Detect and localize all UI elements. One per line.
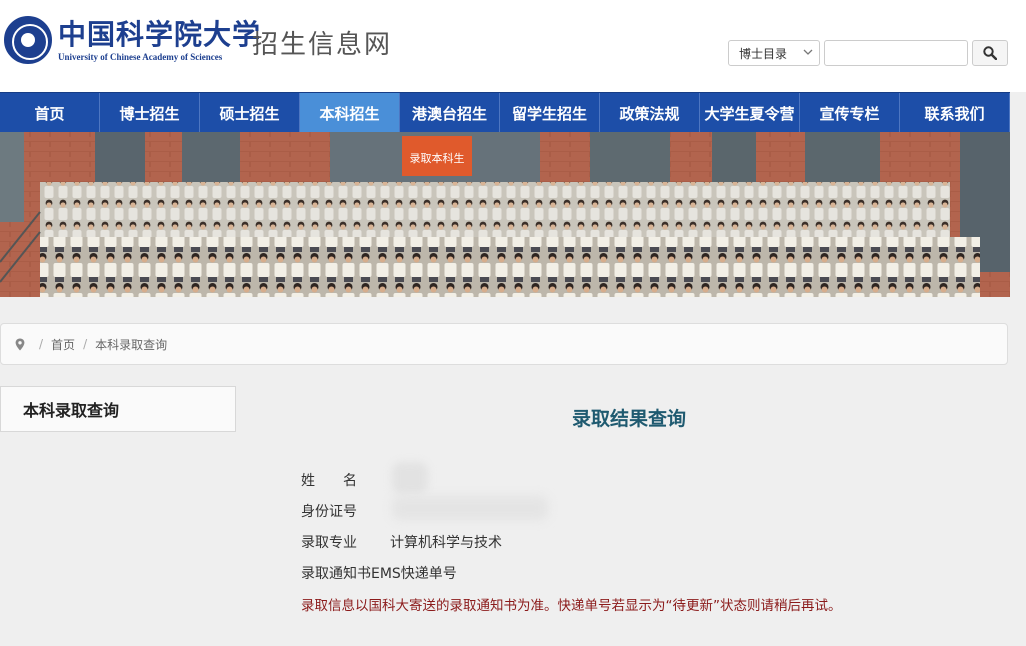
- nav-item-summer-camp[interactable]: 大学生夏令营: [700, 93, 800, 133]
- breadcrumb-home-link[interactable]: 首页: [51, 336, 75, 353]
- chevron-down-icon: [803, 45, 813, 62]
- page-title: 录取结果查询: [572, 408, 687, 430]
- search-icon: [983, 46, 997, 60]
- nav-item-phd[interactable]: 博士招生: [100, 93, 200, 133]
- search-button[interactable]: [972, 40, 1008, 66]
- banner-group-photo: 录取本科生: [0, 132, 1010, 297]
- redacted-id-number: [392, 496, 548, 520]
- location-pin-icon: [15, 338, 25, 351]
- site-header: 中国科学院大学 University of Chinese Academy of…: [0, 0, 1026, 92]
- main-nav: 首页 博士招生 硕士招生 本科招生 港澳台招生 留学生招生 政策法规 大学生夏令…: [0, 92, 1010, 133]
- catalog-select-value: 博士目录: [739, 46, 788, 61]
- nav-item-international[interactable]: 留学生招生: [500, 93, 600, 133]
- redacted-name: [392, 462, 428, 494]
- breadcrumb-current: 本科录取查询: [95, 337, 168, 352]
- search-bar: 博士目录: [728, 40, 1008, 66]
- nav-item-hk-macau-taiwan[interactable]: 港澳台招生: [400, 93, 500, 133]
- search-input[interactable]: [824, 40, 968, 66]
- nav-item-undergrad[interactable]: 本科招生: [300, 93, 400, 133]
- id-number-label: 身份证号: [301, 504, 357, 520]
- logo-english-name: University of Chinese Academy of Science…: [58, 51, 223, 62]
- breadcrumb-separator: /: [83, 337, 88, 351]
- nav-item-master[interactable]: 硕士招生: [200, 93, 300, 133]
- nav-item-policy[interactable]: 政策法规: [600, 93, 700, 133]
- logo-text: 中国科学院大学 University of Chinese Academy of…: [58, 17, 262, 62]
- sidebar-item-undergrad-admission-query[interactable]: 本科录取查询: [0, 386, 236, 432]
- site-name: 招生信息网: [252, 30, 393, 60]
- university-seal-icon: [4, 16, 52, 64]
- catalog-select[interactable]: 博士目录: [728, 40, 820, 66]
- nav-item-contact[interactable]: 联系我们: [900, 93, 1010, 133]
- notice-text: 录取信息以国科大寄送的录取通知书为准。快递单号若显示为“待更新”状态则请稍后再试…: [301, 598, 842, 614]
- breadcrumb-separator: /: [39, 337, 44, 351]
- logo-chinese-name: 中国科学院大学: [58, 17, 262, 51]
- university-logo[interactable]: 中国科学院大学 University of Chinese Academy of…: [4, 16, 261, 64]
- breadcrumb: / 首页 / 本科录取查询: [0, 323, 1008, 365]
- name-label: 姓 名: [301, 473, 357, 489]
- major-label: 录取专业: [301, 535, 357, 551]
- ems-tracking-label: 录取通知书EMS快递单号: [301, 566, 457, 582]
- banner-flag-text: 录取本科生: [410, 151, 465, 165]
- nav-item-home[interactable]: 首页: [0, 93, 100, 133]
- nav-item-publicity[interactable]: 宣传专栏: [800, 93, 900, 133]
- major-value: 计算机科学与技术: [390, 535, 502, 551]
